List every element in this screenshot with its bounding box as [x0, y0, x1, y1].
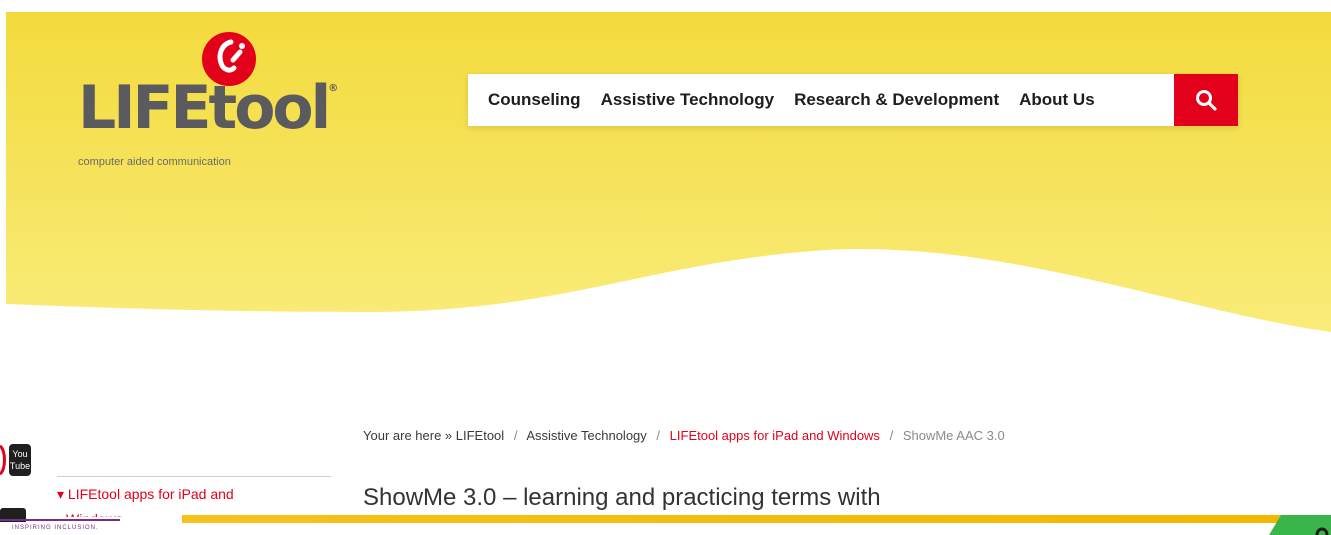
breadcrumb-item-assistive-technology[interactable]: Assistive Technology	[526, 428, 646, 443]
breadcrumb-separator: /	[889, 428, 894, 443]
breadcrumb: Your are here » LIFEtool / Assistive Tec…	[363, 428, 1005, 443]
youtube-label-bottom: Tube	[10, 461, 30, 471]
inspiring-inclusion-text: INSPIRING INCLUSION.	[12, 525, 99, 531]
nav-item-counseling[interactable]: Counseling	[488, 90, 581, 110]
main-navigation: Counseling Assistive Technology Research…	[468, 74, 1238, 126]
breadcrumb-item-current: ShowMe AAC 3.0	[902, 428, 1005, 443]
corner-badge	[1269, 515, 1331, 535]
nav-item-research-development[interactable]: Research & Development	[794, 90, 999, 110]
sidebar-item-lifetool-apps-continuation[interactable]: Windows	[66, 512, 123, 517]
sidebar-divider	[57, 476, 331, 477]
youtube-icon-graphic: You Tube	[0, 444, 31, 476]
search-icon	[1196, 90, 1217, 111]
breadcrumb-item-apps[interactable]: LIFEtool apps for iPad and Windows	[670, 428, 880, 443]
youtube-label-top: You	[12, 449, 27, 459]
lifetool-logo[interactable]: LIFEtool® computer aided communication	[78, 30, 338, 170]
logo-wordmark: LIFEtool®	[78, 73, 339, 143]
hero-banner: LIFEtool® computer aided communication C…	[6, 12, 1331, 342]
breadcrumb-separator: /	[513, 428, 518, 443]
nav-item-about-us[interactable]: About Us	[1019, 90, 1095, 110]
page-title: ShowMe 3.0 – learning and practicing ter…	[363, 484, 881, 511]
yellow-divider	[182, 515, 1282, 523]
inspiring-bar	[0, 519, 120, 521]
search-button[interactable]	[1174, 74, 1238, 126]
breadcrumb-item-lifetool[interactable]: LIFEtool	[456, 428, 504, 443]
youtube-icon[interactable]: You Tube	[0, 440, 32, 480]
logo-tagline: computer aided communication	[78, 156, 231, 168]
nav-item-assistive-technology[interactable]: Assistive Technology	[601, 90, 775, 110]
breadcrumb-separator: /	[656, 428, 661, 443]
sidebar-item-lifetool-apps[interactable]: ▾ LIFEtool apps for iPad and	[57, 486, 234, 503]
breadcrumb-prefix: Your are here »	[363, 428, 453, 443]
